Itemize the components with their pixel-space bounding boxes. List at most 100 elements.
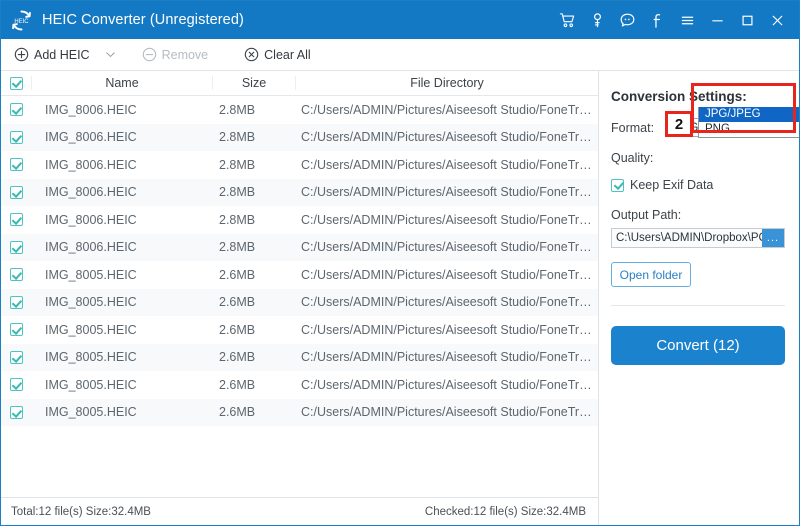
row-checkbox[interactable] bbox=[9, 240, 23, 254]
row-checkbox[interactable] bbox=[9, 103, 23, 117]
output-path-field[interactable]: C:\Users\ADMIN\Dropbox\PC\ ... bbox=[611, 228, 785, 248]
add-heic-button[interactable]: Add HEIC bbox=[10, 45, 94, 64]
cell-name: IMG_8006.HEIC bbox=[45, 185, 137, 200]
table-row[interactable]: IMG_8006.HEIC 2.8MB C:/Users/ADMIN/Picture… bbox=[1, 123, 598, 151]
table-row[interactable]: IMG_8006.HEIC 2.8MB C:/Users/ADMIN/Picture… bbox=[1, 233, 598, 261]
remove-label: Remove bbox=[161, 47, 209, 62]
format-dropdown-list[interactable]: JPG/JPEG PNG bbox=[698, 107, 799, 138]
select-all-checkbox[interactable] bbox=[9, 76, 23, 90]
row-checkbox-cell[interactable] bbox=[1, 240, 31, 254]
table-row[interactable]: IMG_8006.HEIC 2.8MB C:/Users/ADMIN/Picture… bbox=[1, 151, 598, 179]
cell-size: 2.8MB bbox=[219, 240, 256, 255]
clear-all-button[interactable]: Clear All bbox=[240, 45, 315, 64]
content-area: Name Size File Directory IMG_8006.HEIC 2.… bbox=[1, 71, 799, 525]
row-checkbox-cell[interactable] bbox=[1, 323, 31, 337]
output-path-label: Output Path: bbox=[611, 208, 682, 222]
row-checkbox[interactable] bbox=[9, 350, 23, 364]
table-row[interactable]: IMG_8005.HEIC 2.6MB C:/Users/ADMIN/Picture… bbox=[1, 261, 598, 289]
title-bar: HEIC HEIC Converter (Unregistered) bbox=[1, 1, 799, 39]
row-checkbox[interactable] bbox=[9, 268, 23, 282]
add-heic-dropdown-toggle[interactable] bbox=[98, 44, 124, 66]
output-path-value[interactable]: C:\Users\ADMIN\Dropbox\PC\ bbox=[612, 229, 762, 247]
row-checkbox[interactable] bbox=[9, 213, 23, 227]
row-checkbox[interactable] bbox=[9, 130, 23, 144]
status-bar: Total:12 file(s) Size:32.4MB Checked:12 … bbox=[1, 497, 598, 525]
cell-directory: C:/Users/ADMIN/Pictures/Aiseesoft Studio… bbox=[301, 350, 598, 365]
settings-pane: Conversion Settings: Format: JPG/JPEG Qu… bbox=[599, 71, 799, 525]
row-checkbox-cell[interactable] bbox=[1, 185, 31, 199]
keep-exif-label: Keep Exif Data bbox=[630, 178, 714, 192]
select-all-cell[interactable] bbox=[1, 76, 31, 90]
table-body: IMG_8006.HEIC 2.8MB C:/Users/ADMIN/Picture… bbox=[1, 96, 598, 497]
row-checkbox-cell[interactable] bbox=[1, 405, 31, 419]
minus-circle-icon bbox=[142, 47, 157, 62]
row-checkbox-cell[interactable] bbox=[1, 295, 31, 309]
cell-size: 2.8MB bbox=[219, 212, 256, 227]
row-checkbox[interactable] bbox=[9, 185, 23, 199]
settings-title: Conversion Settings: bbox=[611, 89, 747, 104]
convert-button[interactable]: Convert (12) bbox=[611, 326, 785, 365]
maximize-icon[interactable] bbox=[733, 5, 761, 35]
cell-name: IMG_8005.HEIC bbox=[45, 267, 137, 282]
close-icon[interactable] bbox=[763, 5, 791, 35]
cell-size: 2.6MB bbox=[219, 405, 256, 420]
format-option[interactable]: PNG bbox=[699, 122, 799, 137]
table-row[interactable]: IMG_8005.HEIC 2.6MB C:/Users/ADMIN/Picture… bbox=[1, 371, 598, 399]
row-checkbox-cell[interactable] bbox=[1, 378, 31, 392]
cell-directory: C:/Users/ADMIN/Pictures/Aiseesoft Studio… bbox=[301, 240, 598, 255]
cell-name: IMG_8006.HEIC bbox=[45, 240, 137, 255]
keep-exif-row[interactable]: Keep Exif Data bbox=[611, 178, 785, 192]
column-header-size[interactable]: Size bbox=[212, 76, 295, 90]
chat-icon[interactable] bbox=[613, 5, 641, 35]
cell-directory: C:/Users/ADMIN/Pictures/Aiseesoft Studio… bbox=[301, 405, 598, 420]
format-option[interactable]: JPG/JPEG bbox=[699, 107, 799, 122]
row-checkbox-cell[interactable] bbox=[1, 103, 31, 117]
cell-name: IMG_8005.HEIC bbox=[45, 405, 137, 420]
cell-name: IMG_8006.HEIC bbox=[45, 212, 137, 227]
row-checkbox-cell[interactable] bbox=[1, 130, 31, 144]
table-row[interactable]: IMG_8006.HEIC 2.8MB C:/Users/ADMIN/Picture… bbox=[1, 178, 598, 206]
keep-exif-checkbox[interactable] bbox=[611, 178, 624, 192]
format-label: Format: bbox=[611, 120, 655, 135]
cell-size: 2.8MB bbox=[219, 102, 256, 117]
cell-directory: C:/Users/ADMIN/Pictures/Aiseesoft Studio… bbox=[301, 157, 598, 172]
browse-button[interactable]: ... bbox=[762, 229, 784, 247]
facebook-icon[interactable] bbox=[643, 5, 671, 35]
cell-name: IMG_8006.HEIC bbox=[45, 102, 137, 117]
plus-circle-icon bbox=[14, 47, 29, 62]
cell-name: IMG_8006.HEIC bbox=[45, 157, 137, 172]
row-checkbox[interactable] bbox=[9, 323, 23, 337]
svg-text:HEIC: HEIC bbox=[14, 18, 29, 24]
heic-logo-icon: HEIC bbox=[12, 9, 31, 31]
clear-all-label: Clear All bbox=[264, 47, 311, 62]
cell-directory: C:/Users/ADMIN/Pictures/Aiseesoft Studio… bbox=[301, 212, 598, 227]
row-checkbox[interactable] bbox=[9, 378, 23, 392]
row-checkbox-cell[interactable] bbox=[1, 350, 31, 364]
cell-size: 2.8MB bbox=[219, 185, 256, 200]
row-checkbox[interactable] bbox=[9, 405, 23, 419]
cell-directory: C:/Users/ADMIN/Pictures/Aiseesoft Studio… bbox=[301, 185, 598, 200]
add-heic-label: Add HEIC bbox=[34, 47, 90, 62]
remove-button[interactable]: Remove bbox=[138, 45, 213, 64]
table-row[interactable]: IMG_8005.HEIC 2.6MB C:/Users/ADMIN/Picture… bbox=[1, 316, 598, 344]
table-row[interactable]: IMG_8005.HEIC 2.6MB C:/Users/ADMIN/Picture… bbox=[1, 288, 598, 316]
table-row[interactable]: IMG_8005.HEIC 2.6MB C:/Users/ADMIN/Picture… bbox=[1, 343, 598, 371]
key-icon[interactable] bbox=[583, 5, 611, 35]
minimize-icon[interactable] bbox=[703, 5, 731, 35]
column-header-directory[interactable]: File Directory bbox=[295, 76, 598, 90]
table-row[interactable]: IMG_8006.HEIC 2.8MB C:/Users/ADMIN/Picture… bbox=[1, 206, 598, 234]
table-row[interactable]: IMG_8005.HEIC 2.6MB C:/Users/ADMIN/Picture… bbox=[1, 398, 598, 426]
row-checkbox[interactable] bbox=[9, 295, 23, 309]
column-header-name[interactable]: Name bbox=[31, 76, 212, 90]
row-checkbox-cell[interactable] bbox=[1, 158, 31, 172]
table-row[interactable]: IMG_8006.HEIC 2.8MB C:/Users/ADMIN/Picture… bbox=[1, 96, 598, 124]
cart-icon[interactable] bbox=[553, 5, 581, 35]
window-controls bbox=[553, 5, 791, 35]
status-checked: Checked:12 file(s) Size:32.4MB bbox=[424, 505, 586, 518]
row-checkbox-cell[interactable] bbox=[1, 213, 31, 227]
row-checkbox-cell[interactable] bbox=[1, 268, 31, 282]
menu-icon[interactable] bbox=[673, 5, 701, 35]
row-checkbox[interactable] bbox=[9, 158, 23, 172]
open-folder-button[interactable]: Open folder bbox=[611, 262, 691, 287]
panel-divider bbox=[611, 305, 785, 306]
